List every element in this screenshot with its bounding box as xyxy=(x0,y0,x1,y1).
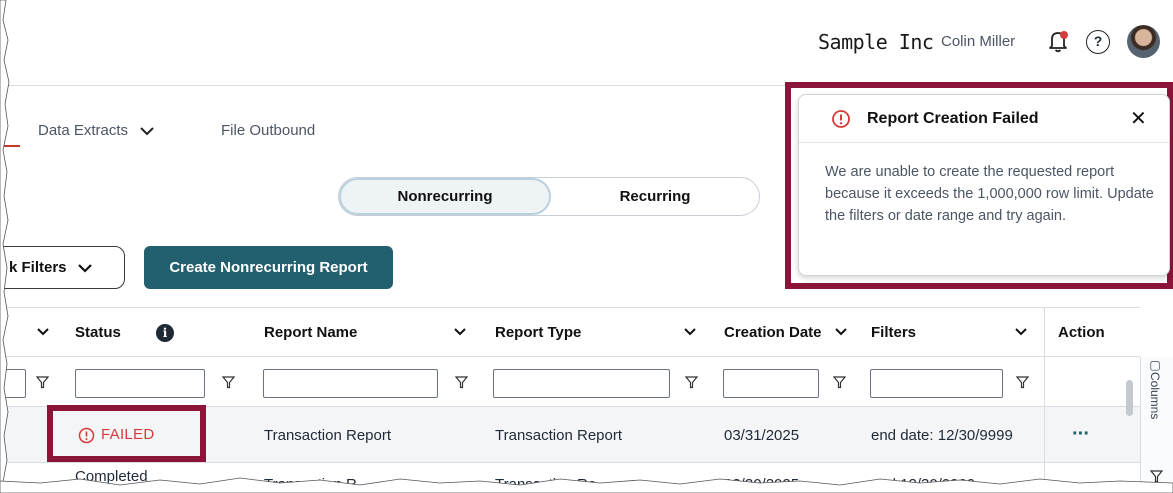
quick-filters-button[interactable]: k Filters xyxy=(0,246,125,289)
funnel-icon[interactable] xyxy=(36,376,49,389)
filter-input-report-name[interactable] xyxy=(263,369,438,398)
avatar[interactable] xyxy=(1127,25,1160,58)
chevron-down-icon[interactable] xyxy=(683,326,697,338)
columns-panel-toggle[interactable]: ▢Columns xyxy=(1148,358,1162,419)
column-header-status[interactable]: Status xyxy=(75,324,121,341)
chevron-down-icon[interactable] xyxy=(138,124,156,138)
chevron-down-icon[interactable] xyxy=(1014,326,1028,338)
column-header-filters[interactable]: Filters xyxy=(871,324,916,341)
column-header-report-name[interactable]: Report Name xyxy=(264,324,357,341)
create-nonrecurring-report-button[interactable]: Create Nonrecurring Report xyxy=(144,246,393,289)
top-bar: Sample Inc Colin Miller ? xyxy=(0,0,1173,86)
table-header: Status i Report Name Report Type Creatio… xyxy=(0,307,1140,357)
funnel-icon[interactable] xyxy=(685,376,698,389)
torn-edge-decoration xyxy=(0,477,1173,493)
tab-nonrecurring[interactable]: Nonrecurring xyxy=(339,178,551,215)
columns-icon: ▢ xyxy=(1148,358,1162,372)
alert-circle-icon xyxy=(832,110,850,128)
cell-creation-date: 03/31/2025 xyxy=(724,427,800,444)
toast-message: We are unable to create the requested re… xyxy=(825,164,1154,224)
funnel-icon[interactable] xyxy=(1016,376,1029,389)
brand-name: Sample Inc xyxy=(818,30,934,54)
close-icon[interactable]: ✕ xyxy=(1130,106,1147,131)
info-icon[interactable]: i xyxy=(156,324,174,342)
bell-icon[interactable] xyxy=(1045,28,1071,54)
column-header-action: Action xyxy=(1058,324,1105,341)
toast-header: Report Creation Failed ✕ xyxy=(799,95,1169,143)
nav-item-file-outbound[interactable]: File Outbound xyxy=(221,122,315,139)
funnel-icon[interactable] xyxy=(222,376,235,389)
column-header-report-type[interactable]: Report Type xyxy=(495,324,581,341)
quick-filters-label: k Filters xyxy=(9,259,67,276)
nav-item-data-extracts[interactable]: Data Extracts xyxy=(38,122,128,139)
filter-input-report-type[interactable] xyxy=(493,369,670,398)
torn-edge-decoration xyxy=(0,0,10,493)
columns-label: Columns xyxy=(1148,372,1162,420)
report-type-toggle: Nonrecurring Recurring xyxy=(338,177,760,216)
cell-filters: end date: 12/30/9999 xyxy=(871,427,1013,444)
filter-row xyxy=(0,357,1140,407)
highlight-frame-status xyxy=(47,405,206,462)
filter-input-filters[interactable] xyxy=(870,369,1003,398)
filter-input-creation-date[interactable] xyxy=(723,369,819,398)
chevron-down-icon[interactable] xyxy=(36,326,50,338)
funnel-icon[interactable] xyxy=(833,376,846,389)
error-toast: Report Creation Failed ✕ We are unable t… xyxy=(798,94,1170,276)
chevron-down-icon[interactable] xyxy=(453,326,467,338)
tab-recurring[interactable]: Recurring xyxy=(551,178,759,215)
chevron-down-icon xyxy=(77,263,92,273)
toast-title: Report Creation Failed xyxy=(867,110,1039,127)
cell-report-type: Transaction Report xyxy=(495,427,623,444)
filter-input-status[interactable] xyxy=(75,369,205,398)
user-name[interactable]: Colin Miller xyxy=(941,33,1015,50)
chevron-down-icon[interactable] xyxy=(834,326,848,338)
funnel-icon[interactable] xyxy=(1150,470,1163,483)
column-header-creation-date[interactable]: Creation Date xyxy=(724,324,822,341)
row-actions-button[interactable]: ··· xyxy=(1072,423,1090,446)
vertical-scrollbar[interactable] xyxy=(1126,380,1133,416)
cell-report-name: Transaction Report xyxy=(264,427,392,444)
help-icon[interactable]: ? xyxy=(1086,30,1110,54)
funnel-icon[interactable] xyxy=(455,376,468,389)
